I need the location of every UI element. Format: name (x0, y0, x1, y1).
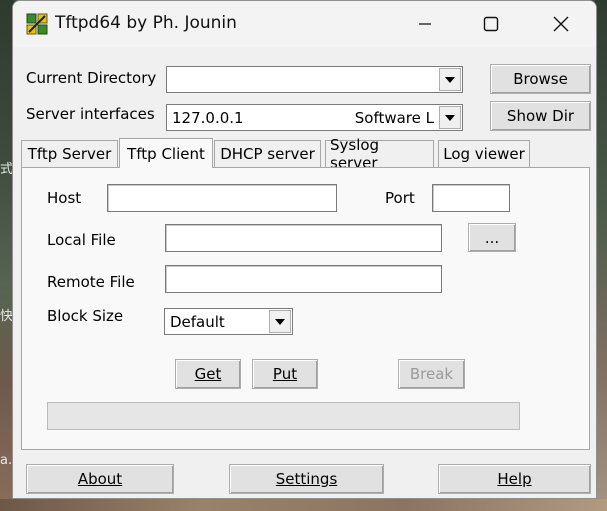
get-button[interactable]: Get (175, 359, 241, 389)
maximize-icon (483, 16, 499, 32)
block-size-select[interactable]: Default (164, 308, 293, 335)
minimize-button[interactable] (395, 1, 455, 47)
show-dir-button[interactable]: Show Dir (490, 101, 591, 131)
tab-syslog-server[interactable]: Syslog server (325, 136, 434, 172)
tab-dhcp-server[interactable]: DHCP server (214, 140, 321, 167)
about-button-label: About (77, 470, 123, 488)
local-file-input[interactable] (165, 224, 442, 252)
chevron-down-icon (445, 114, 455, 121)
port-label: Port (385, 189, 415, 207)
server-interfaces-combo[interactable]: 127.0.0.1 Software L (166, 104, 463, 131)
ellipsis-label: ... (484, 228, 500, 247)
browse-button-label: Browse (513, 70, 568, 88)
server-interfaces-label: Server interfaces (26, 105, 155, 123)
tab-label: DHCP server (220, 145, 315, 163)
current-directory-label: Current Directory (26, 69, 157, 87)
tab-label: Log viewer (443, 145, 525, 163)
close-button[interactable] (531, 1, 591, 47)
local-file-browse-button[interactable]: ... (468, 223, 516, 252)
tab-label: Tftp Client (127, 144, 205, 163)
help-button[interactable]: Help (438, 464, 591, 494)
window-title: Tftpd64 by Ph. Jounin (55, 13, 237, 33)
settings-button[interactable]: Settings (229, 464, 384, 494)
settings-button-label: Settings (275, 470, 338, 488)
tftp-client-panel: Host Port Local File ... Remote File Blo… (21, 167, 590, 450)
tftpd64-window: Tftpd64 by Ph. Jounin Current Directory … (12, 0, 597, 499)
put-button[interactable]: Put (252, 359, 318, 389)
block-size-value: Default (170, 313, 225, 331)
break-button-label: Break (409, 365, 454, 383)
current-directory-combo[interactable] (166, 66, 463, 93)
show-dir-button-label: Show Dir (506, 107, 575, 125)
title-bar[interactable]: Tftpd64 by Ph. Jounin (13, 1, 596, 47)
host-input[interactable] (107, 184, 337, 212)
server-interface-ip: 127.0.0.1 (172, 109, 244, 127)
minimize-icon (419, 23, 431, 25)
desktop-background-bottom (0, 499, 607, 511)
tab-log-viewer[interactable]: Log viewer (438, 140, 530, 167)
break-button: Break (398, 359, 465, 389)
chevron-down-icon (275, 318, 285, 325)
tab-tftp-server[interactable]: Tftp Server (21, 140, 118, 167)
browse-button[interactable]: Browse (490, 64, 591, 94)
put-button-label: Put (272, 365, 298, 383)
about-button[interactable]: About (26, 464, 174, 494)
maximize-button[interactable] (461, 1, 521, 47)
tab-tftp-client[interactable]: Tftp Client (119, 138, 213, 168)
transfer-progress-bar (47, 402, 520, 430)
block-size-dropdown-button[interactable] (269, 310, 291, 333)
server-interfaces-dropdown-button[interactable] (439, 106, 461, 129)
host-label: Host (47, 189, 82, 207)
block-size-label: Block Size (47, 307, 124, 325)
current-directory-dropdown-button[interactable] (439, 68, 461, 91)
help-button-label: Help (497, 470, 532, 488)
background-text-3: a. (0, 453, 13, 468)
chevron-down-icon (445, 76, 455, 83)
close-icon (553, 16, 569, 32)
tab-label: Tftp Server (27, 145, 112, 163)
tftpd-app-icon (26, 13, 48, 35)
local-file-label: Local File (47, 231, 116, 249)
get-button-label: Get (194, 365, 222, 383)
remote-file-label: Remote File (47, 273, 135, 291)
remote-file-input[interactable] (165, 265, 442, 293)
port-input[interactable] (432, 184, 510, 212)
server-interface-name: Software L (354, 109, 434, 127)
